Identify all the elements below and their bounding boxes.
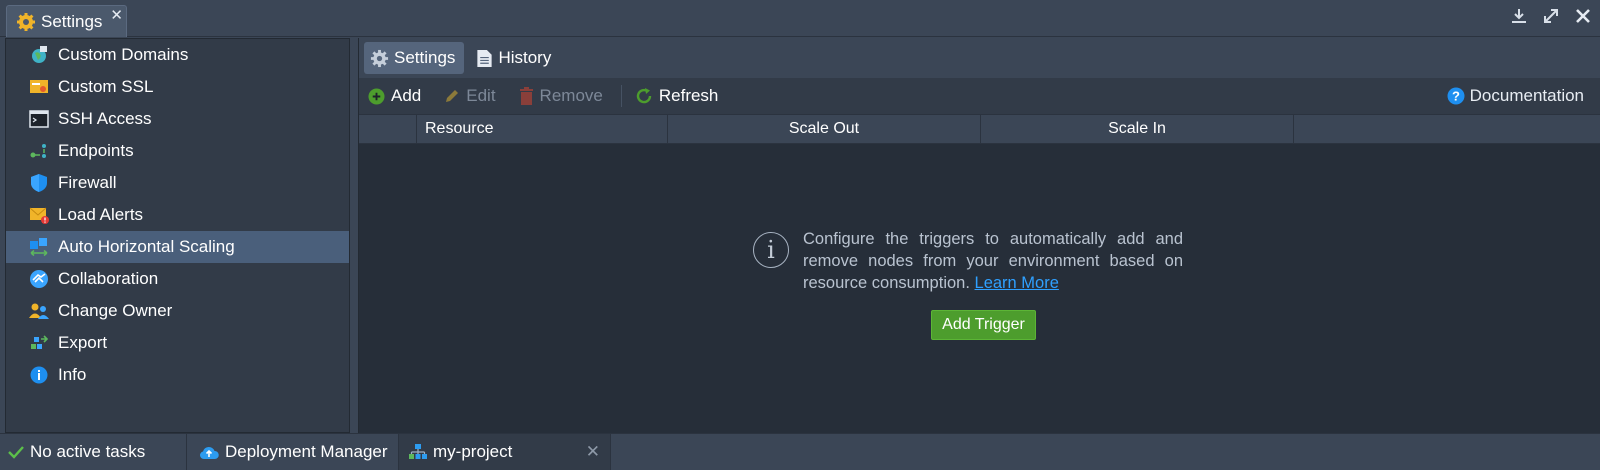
- globe-icon: [28, 44, 50, 66]
- info-outline-icon: i: [753, 232, 789, 268]
- refresh-button-label: Refresh: [658, 86, 719, 105]
- sidebar-item-label: Load Alerts: [58, 205, 144, 224]
- environment-tree-icon: [409, 444, 427, 460]
- trigger-toolbar: Add Edit Remove Refresh ? Documentation: [359, 78, 1600, 114]
- pencil-icon: [444, 88, 460, 104]
- download-icon[interactable]: [1510, 7, 1528, 25]
- tab-settings-label: Settings: [394, 48, 456, 67]
- handshake-icon: [28, 268, 50, 290]
- sidebar-item-label: Collaboration: [58, 269, 159, 288]
- users-icon: [28, 300, 50, 322]
- learn-more-link[interactable]: Learn More: [975, 274, 1059, 292]
- sidebar-item-load-alerts[interactable]: Load Alerts: [6, 199, 349, 231]
- alert-envelope-icon: [28, 204, 50, 226]
- deployment-manager-label: Deployment Manager: [225, 442, 388, 461]
- window-tab-bar: Settings ✕: [0, 0, 1600, 37]
- window-controls: [1510, 7, 1592, 25]
- sidebar-item-label: Change Owner: [58, 301, 173, 320]
- terminal-icon: [28, 108, 50, 130]
- sidebar-item-label: Firewall: [58, 173, 117, 192]
- window-tab-label: Settings: [41, 11, 103, 31]
- edit-button[interactable]: Edit: [444, 86, 496, 106]
- help-icon: ?: [1447, 87, 1465, 105]
- refresh-button[interactable]: Refresh: [635, 86, 719, 106]
- certificate-icon: [28, 76, 50, 98]
- close-icon[interactable]: ✕: [586, 442, 600, 462]
- window-tab-settings[interactable]: Settings ✕: [6, 5, 127, 37]
- sidebar-item-custom-ssl[interactable]: Custom SSL: [6, 71, 349, 103]
- sidebar-item-label: SSH Access: [58, 109, 152, 128]
- task-status-label: No active tasks: [30, 442, 146, 461]
- shield-icon: [28, 172, 50, 194]
- export-icon: [28, 332, 50, 354]
- empty-state-message: Configure the triggers to automatically …: [803, 228, 1183, 294]
- sidebar-item-label: Info: [58, 365, 87, 384]
- add-button[interactable]: Add: [368, 86, 421, 106]
- edit-button-label: Edit: [466, 86, 496, 105]
- close-window-icon[interactable]: [1574, 7, 1592, 25]
- remove-button-label: Remove: [539, 86, 603, 105]
- scaling-panel: Settings History Add Edit Remove Refresh…: [358, 38, 1600, 433]
- sidebar-item-label: Endpoints: [58, 141, 134, 160]
- gear-icon: [370, 49, 389, 68]
- bottom-taskbar: No active tasks Deployment Manager my-pr…: [0, 433, 1600, 470]
- column-header-scale-out[interactable]: Scale Out: [668, 115, 981, 143]
- sidebar-item-info[interactable]: Info: [6, 359, 349, 391]
- close-icon[interactable]: ✕: [110, 6, 123, 24]
- sidebar-item-firewall[interactable]: Firewall: [6, 167, 349, 199]
- deployment-manager-tab[interactable]: Deployment Manager: [187, 434, 399, 470]
- sidebar-item-export[interactable]: Export: [6, 327, 349, 359]
- column-header-resource[interactable]: Resource: [417, 115, 668, 143]
- cloud-upload-icon: [199, 444, 219, 460]
- sidebar-item-ssh-access[interactable]: SSH Access: [6, 103, 349, 135]
- sidebar-item-collaboration[interactable]: Collaboration: [6, 263, 349, 295]
- empty-state: i Configure the triggers to automaticall…: [753, 228, 1213, 294]
- sidebar-item-label: Auto Horizontal Scaling: [58, 237, 235, 256]
- column-header-select: [359, 115, 417, 143]
- sidebar-item-custom-domains[interactable]: Custom Domains: [6, 39, 349, 71]
- info-icon: [28, 364, 50, 386]
- sidebar-item-label: Custom SSL: [58, 77, 154, 96]
- scaling-icon: [28, 236, 50, 258]
- column-header-scale-in[interactable]: Scale In: [981, 115, 1294, 143]
- triggers-grid-header: Resource Scale Out Scale In: [359, 114, 1600, 144]
- documentation-link[interactable]: ? Documentation: [1447, 78, 1584, 114]
- sidebar-item-endpoints[interactable]: Endpoints: [6, 135, 349, 167]
- sidebar-item-label: Export: [58, 333, 108, 352]
- tab-history-label: History: [498, 48, 552, 67]
- plus-circle-icon: [368, 87, 385, 105]
- sidebar-item-change-owner[interactable]: Change Owner: [6, 295, 349, 327]
- trash-icon: [519, 87, 534, 105]
- sidebar-item-label: Custom Domains: [58, 45, 189, 64]
- remove-button[interactable]: Remove: [519, 86, 603, 106]
- document-icon: [476, 49, 493, 68]
- svg-text:?: ?: [1452, 89, 1460, 104]
- checkmark-icon: [8, 445, 24, 459]
- refresh-icon: [635, 87, 653, 105]
- documentation-label: Documentation: [1469, 86, 1584, 105]
- maximize-icon[interactable]: [1542, 7, 1560, 25]
- endpoints-icon: [28, 140, 50, 162]
- task-status: No active tasks: [0, 434, 187, 470]
- panel-subtabs: Settings History: [359, 38, 1600, 78]
- add-trigger-button[interactable]: Add Trigger: [931, 310, 1036, 340]
- settings-sidebar: Custom Domains Custom SSL SSH Access End…: [5, 38, 350, 433]
- tab-settings[interactable]: Settings: [364, 42, 465, 74]
- toolbar-divider: [620, 85, 622, 107]
- add-button-label: Add: [391, 86, 422, 105]
- sidebar-item-auto-horizontal-scaling[interactable]: Auto Horizontal Scaling: [6, 231, 349, 263]
- settings-gear-icon: [16, 12, 36, 32]
- project-tab-label: my-project: [433, 442, 513, 461]
- tab-history[interactable]: History: [470, 42, 560, 74]
- project-tab[interactable]: my-project ✕: [399, 434, 611, 470]
